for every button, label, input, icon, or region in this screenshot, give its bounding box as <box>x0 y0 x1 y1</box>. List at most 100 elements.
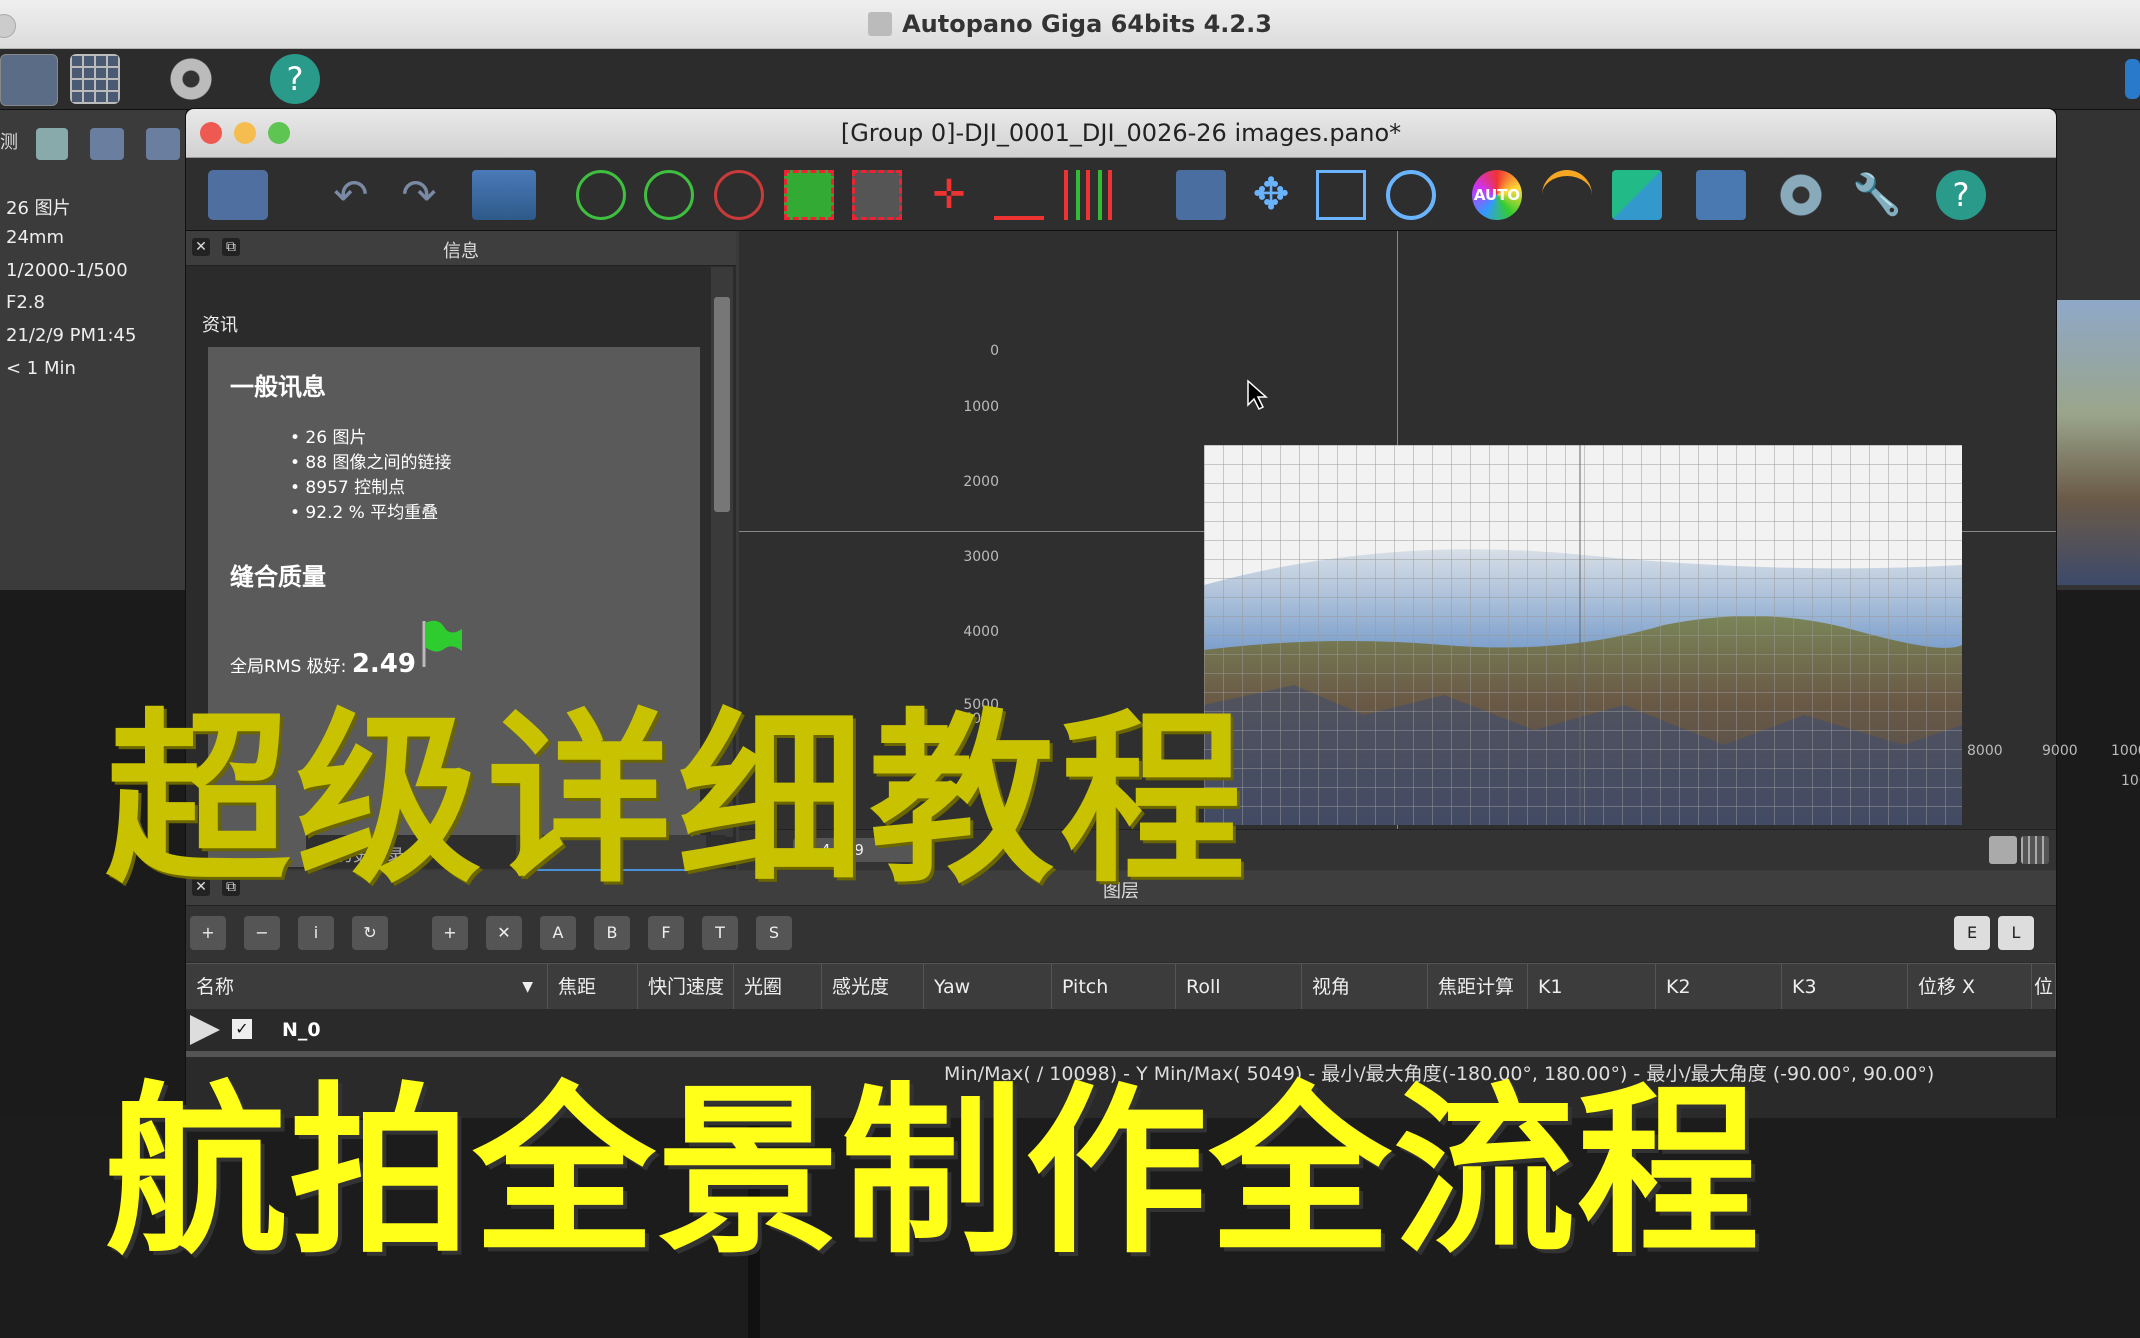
pano-title-bar: [Group 0]-DJI_0001_DJI_0026-26 images.pa… <box>186 109 2056 158</box>
settings-icon[interactable] <box>1776 170 1826 220</box>
overlay-title-line2: 航拍全景制作全流程 <box>105 1066 1761 1278</box>
tool-t-icon[interactable]: T <box>702 916 738 950</box>
col-pitch[interactable]: Pitch <box>1052 964 1176 1010</box>
new-group-icon[interactable]: + <box>432 916 468 950</box>
main-toolbar: ? <box>0 49 2140 110</box>
info-item-control-points: • 8957 控制点 <box>290 478 406 498</box>
right-toolbar-icon[interactable] <box>2125 59 2140 99</box>
right-thumbnail <box>2055 300 2140 585</box>
col-k2[interactable]: K2 <box>1656 964 1782 1010</box>
window-title: Autopano Giga 64bits 4.2.3 <box>0 10 2140 38</box>
control-points-icon[interactable]: ✛ <box>924 170 974 220</box>
col-offset-x[interactable]: 位移 X <box>1908 964 2032 1010</box>
refresh-layer-icon[interactable]: ↻ <box>352 916 388 950</box>
x-tick: 9000 <box>2042 743 2078 759</box>
export-icon[interactable] <box>1696 170 1746 220</box>
vertical-lines-icon[interactable] <box>1064 170 1114 220</box>
col-focal-calc[interactable]: 焦距计算 <box>1428 964 1528 1010</box>
mouse-cursor-icon <box>1247 379 1268 411</box>
col-k1[interactable]: K1 <box>1528 964 1656 1010</box>
x-max-label: 10098 <box>2121 773 2140 789</box>
left-group-panel: 测 26 图片 24mm 1/2000-1/500 F2.8 21/2/9 PM… <box>0 110 191 590</box>
tool-s-icon[interactable]: S <box>756 916 792 950</box>
settings-gear-icon[interactable] <box>166 54 216 104</box>
x-tick: 8000 <box>1967 743 2003 759</box>
wrench-icon[interactable]: 🔧 <box>1852 170 1902 220</box>
target-icon[interactable] <box>1386 170 1436 220</box>
image-info-icon[interactable] <box>90 128 124 160</box>
left-row-images: 26 图片 <box>6 198 71 219</box>
layout-split-icon[interactable] <box>1989 836 2017 864</box>
view-l-button[interactable]: L <box>1998 916 2034 950</box>
remove-layer-icon[interactable]: − <box>244 916 280 950</box>
col-roll[interactable]: Roll <box>1176 964 1302 1010</box>
crop-icon[interactable] <box>852 170 902 220</box>
left-row-focal: 24mm <box>6 227 64 248</box>
document-icon <box>868 12 893 36</box>
col-shutter[interactable]: 快门速度 <box>638 964 734 1010</box>
images-stack-icon[interactable] <box>1612 170 1662 220</box>
help-icon[interactable]: ? <box>1936 170 1986 220</box>
col-yaw[interactable]: Yaw <box>924 964 1052 1010</box>
layer-info-icon[interactable]: i <box>298 916 334 950</box>
left-row-duration: < 1 Min <box>6 358 76 379</box>
col-fov[interactable]: 视角 <box>1302 964 1428 1010</box>
mac-title-bar: Autopano Giga 64bits 4.2.3 <box>0 0 2140 49</box>
level-icon[interactable] <box>644 170 694 220</box>
add-layer-icon[interactable]: + <box>190 916 226 950</box>
world-map-icon[interactable] <box>472 170 536 220</box>
scroll-thumb[interactable] <box>714 297 730 512</box>
help-icon[interactable]: ? <box>270 54 320 104</box>
undo-icon[interactable]: ↶ <box>326 170 376 220</box>
x-tick: 10000 <box>2111 743 2140 759</box>
select-icon[interactable] <box>1176 170 1226 220</box>
col-aperture[interactable]: 光圈 <box>734 964 822 1010</box>
overlay-title-line1: 超级详细教程 <box>105 692 1251 908</box>
info-item-links: • 88 图像之间的链接 <box>290 453 452 473</box>
add-image-icon[interactable] <box>146 128 180 160</box>
delete-group-icon[interactable]: ✕ <box>486 916 522 950</box>
layout-grid-icon[interactable] <box>2021 836 2049 864</box>
y-tick: 2000 <box>963 474 999 490</box>
quality-heading: 缝合质量 <box>230 563 326 591</box>
col-iso[interactable]: 感光度 <box>822 964 924 1010</box>
left-row-date: 21/2/9 PM1:45 <box>6 325 137 346</box>
col-name[interactable]: 名称 ▼ <box>186 964 548 1010</box>
left-row-shutter: 1/2000-1/500 <box>6 260 128 281</box>
layers-column-header: 名称 ▼ 焦距 快门速度 光圈 感光度 Yaw Pitch Roll 视角 焦距计… <box>186 963 2056 1011</box>
tool-f-icon[interactable]: F <box>648 916 684 950</box>
save-icon[interactable] <box>208 170 268 220</box>
auto-color-icon[interactable]: AUTO <box>1472 170 1522 220</box>
info-tab[interactable]: 资讯 <box>202 311 708 349</box>
tool-a-icon[interactable]: A <box>540 916 576 950</box>
rotate-icon[interactable] <box>714 170 764 220</box>
images-icon[interactable] <box>0 54 58 106</box>
info-item-overlap: • 92.2 % 平均重叠 <box>290 503 439 523</box>
left-row-aperture: F2.8 <box>6 292 45 313</box>
info-panel-title: 信息 <box>443 241 479 262</box>
y-tick: 4000 <box>963 624 999 640</box>
col-focal[interactable]: 焦距 <box>548 964 638 1010</box>
horizon-icon[interactable] <box>994 170 1044 220</box>
info-item-images: • 26 图片 <box>290 428 367 448</box>
y-tick: 0 <box>990 343 999 359</box>
color-wheel-icon[interactable] <box>1542 170 1592 220</box>
y-tick: 3000 <box>963 549 999 565</box>
center-icon[interactable] <box>576 170 626 220</box>
redo-icon[interactable]: ↷ <box>394 170 444 220</box>
view-e-button[interactable]: E <box>1954 916 1990 950</box>
y-tick: 1000 <box>963 399 999 415</box>
sort-down-icon: ▼ <box>522 979 533 995</box>
panorama-image[interactable] <box>1204 445 1962 825</box>
col-k3[interactable]: K3 <box>1782 964 1908 1010</box>
pano-toolbar: ↶ ↷ ✛ ✥ AUTO 🔧 ? <box>186 158 2056 231</box>
grid-icon[interactable] <box>70 54 120 104</box>
mesh-icon[interactable] <box>1316 170 1366 220</box>
general-info-heading: 一般讯息 <box>230 373 326 401</box>
wrench-icon[interactable] <box>36 128 68 160</box>
crop-auto-icon[interactable] <box>784 170 834 220</box>
move-icon[interactable]: ✥ <box>1246 170 1296 220</box>
pano-window: [Group 0]-DJI_0001_DJI_0026-26 images.pa… <box>185 108 2140 1120</box>
col-offset-y[interactable]: 位 <box>2032 964 2056 1010</box>
tool-b-icon[interactable]: B <box>594 916 630 950</box>
